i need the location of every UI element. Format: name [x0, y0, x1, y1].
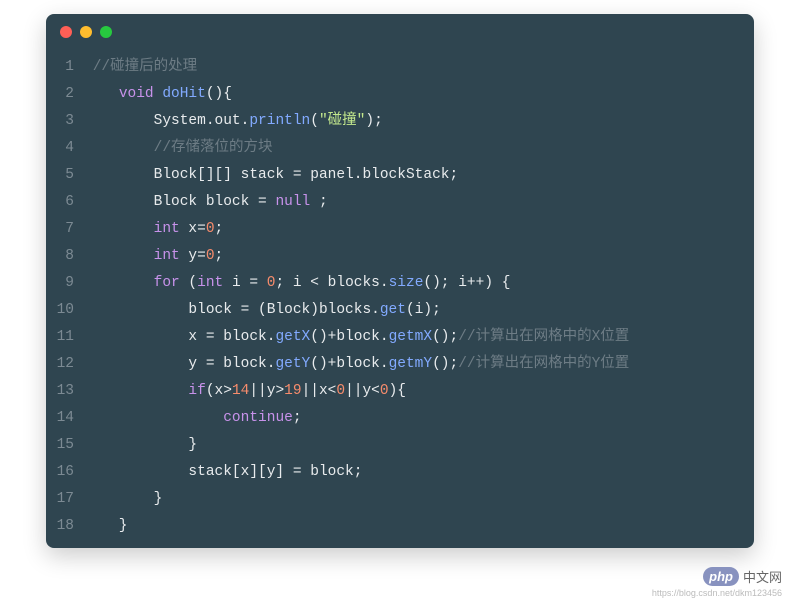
line-content: Block block = null ;	[84, 189, 754, 216]
line-number: 12	[46, 351, 84, 378]
code-line: 13 if(x>14||y>19||x<0||y<0){	[46, 378, 754, 405]
line-content: //存储落位的方块	[84, 135, 754, 162]
code-line: 8 int y=0;	[46, 243, 754, 270]
code-line: 10 block = (Block)blocks.get(i);	[46, 297, 754, 324]
line-number: 6	[46, 189, 84, 216]
code-line: 15 }	[46, 432, 754, 459]
line-content: }	[84, 513, 754, 540]
code-line: 3 System.out.println("碰撞");	[46, 108, 754, 135]
line-content: stack[x][y] = block;	[84, 459, 754, 486]
line-content: int x=0;	[84, 216, 754, 243]
code-window: 1 //碰撞后的处理2 void doHit(){3 System.out.pr…	[46, 14, 754, 548]
code-line: 1 //碰撞后的处理	[46, 54, 754, 81]
line-content: block = (Block)blocks.get(i);	[84, 297, 754, 324]
close-icon[interactable]	[60, 26, 72, 38]
line-number: 4	[46, 135, 84, 162]
line-number: 5	[46, 162, 84, 189]
line-number: 18	[46, 513, 84, 540]
code-line: 6 Block block = null ;	[46, 189, 754, 216]
line-number: 3	[46, 108, 84, 135]
code-line: 2 void doHit(){	[46, 81, 754, 108]
line-content: }	[84, 486, 754, 513]
line-number: 9	[46, 270, 84, 297]
line-content: System.out.println("碰撞");	[84, 108, 754, 135]
line-content: x = block.getX()+block.getmX();//计算出在网格中…	[84, 324, 754, 351]
line-content: continue;	[84, 405, 754, 432]
line-content: void doHit(){	[84, 81, 754, 108]
line-content: //碰撞后的处理	[84, 54, 754, 81]
code-line: 17 }	[46, 486, 754, 513]
window-titlebar	[46, 14, 754, 50]
line-content: for (int i = 0; i < blocks.size(); i++) …	[84, 270, 754, 297]
code-line: 11 x = block.getX()+block.getmX();//计算出在…	[46, 324, 754, 351]
line-number: 2	[46, 81, 84, 108]
code-line: 14 continue;	[46, 405, 754, 432]
maximize-icon[interactable]	[100, 26, 112, 38]
line-number: 17	[46, 486, 84, 513]
code-line: 5 Block[][] stack = panel.blockStack;	[46, 162, 754, 189]
watermark-text: 中文网	[743, 567, 782, 586]
line-number: 8	[46, 243, 84, 270]
code-line: 9 for (int i = 0; i < blocks.size(); i++…	[46, 270, 754, 297]
code-line: 7 int x=0;	[46, 216, 754, 243]
line-number: 11	[46, 324, 84, 351]
line-number: 16	[46, 459, 84, 486]
watermark-badge: php	[703, 567, 739, 586]
line-content: Block[][] stack = panel.blockStack;	[84, 162, 754, 189]
line-number: 14	[46, 405, 84, 432]
line-number: 1	[46, 54, 84, 81]
line-number: 13	[46, 378, 84, 405]
line-number: 15	[46, 432, 84, 459]
line-content: if(x>14||y>19||x<0||y<0){	[84, 378, 754, 405]
line-content: int y=0;	[84, 243, 754, 270]
line-content: }	[84, 432, 754, 459]
code-line: 18 }	[46, 513, 754, 540]
watermark: php 中文网 https://blog.csdn.net/dkm123456	[652, 567, 782, 598]
minimize-icon[interactable]	[80, 26, 92, 38]
code-line: 4 //存储落位的方块	[46, 135, 754, 162]
code-line: 16 stack[x][y] = block;	[46, 459, 754, 486]
code-line: 12 y = block.getY()+block.getmY();//计算出在…	[46, 351, 754, 378]
line-number: 10	[46, 297, 84, 324]
code-area: 1 //碰撞后的处理2 void doHit(){3 System.out.pr…	[46, 50, 754, 548]
watermark-url: https://blog.csdn.net/dkm123456	[652, 588, 782, 598]
line-content: y = block.getY()+block.getmY();//计算出在网格中…	[84, 351, 754, 378]
line-number: 7	[46, 216, 84, 243]
